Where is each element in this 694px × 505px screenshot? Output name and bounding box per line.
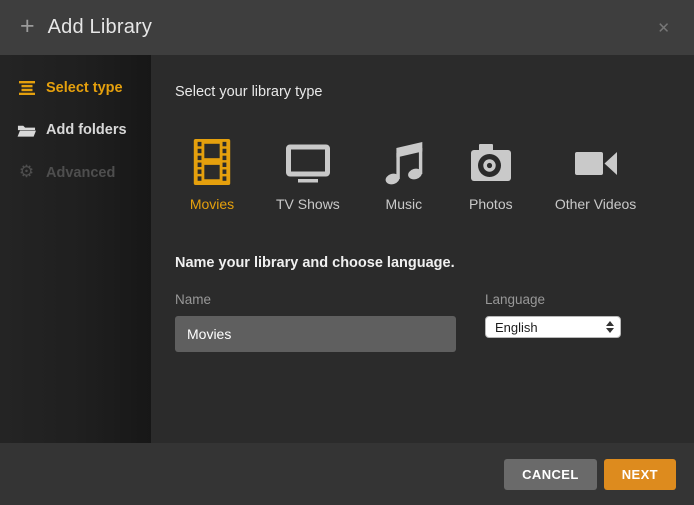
form-row: Name Language English: [175, 292, 670, 352]
sidebar: Select type Add folders ⚙ Advanced: [0, 55, 151, 443]
library-type-label: Other Videos: [555, 196, 636, 212]
tv-icon: [283, 137, 333, 187]
language-field-label: Language: [485, 292, 621, 307]
name-section-title: Name your library and choose language.: [175, 255, 670, 271]
library-type-photos[interactable]: Photos: [468, 137, 514, 212]
gear-icon: ⚙: [17, 164, 36, 181]
library-type-label: Music: [386, 196, 423, 212]
cancel-button[interactable]: CANCEL: [504, 459, 597, 490]
film-strip-icon: [189, 137, 235, 187]
sidebar-item-label: Add folders: [46, 122, 127, 138]
library-name-input[interactable]: [175, 316, 456, 352]
library-type-music[interactable]: Music: [381, 137, 427, 212]
dialog-title: Add Library: [48, 16, 152, 39]
sidebar-item-select-type[interactable]: Select type: [0, 67, 151, 109]
name-field-label: Name: [175, 292, 456, 307]
main-content: Select your library type: [151, 55, 694, 443]
close-icon[interactable]: ✕: [653, 15, 674, 41]
library-type-label: Movies: [190, 196, 234, 212]
library-type-movies[interactable]: Movies: [189, 137, 235, 212]
sidebar-item-advanced[interactable]: ⚙ Advanced: [0, 151, 151, 194]
dialog-body: Select type Add folders ⚙ Advanced Selec…: [0, 55, 694, 443]
language-field-group: Language English: [485, 292, 621, 352]
section-title: Select your library type: [175, 84, 670, 100]
library-type-tv-shows[interactable]: TV Shows: [276, 137, 340, 212]
library-type-other-videos[interactable]: Other Videos: [555, 137, 636, 212]
camera-icon: [468, 137, 514, 187]
dialog-header: + Add Library ✕: [0, 0, 694, 55]
type-lines-icon: [17, 81, 36, 95]
music-note-icon: [381, 137, 427, 187]
sidebar-item-label: Select type: [46, 80, 123, 96]
sidebar-item-label: Advanced: [46, 165, 115, 181]
video-camera-icon: [573, 137, 619, 187]
library-type-label: Photos: [469, 196, 513, 212]
next-button[interactable]: NEXT: [604, 459, 676, 490]
folder-icon: [17, 123, 36, 138]
select-stepper-icon: [606, 321, 614, 333]
plus-icon: +: [20, 14, 35, 39]
library-type-row: Movies TV Shows: [189, 137, 670, 212]
language-select[interactable]: English: [485, 316, 621, 338]
add-library-dialog: + Add Library ✕ Select type: [0, 0, 694, 505]
dialog-footer: CANCEL NEXT: [0, 443, 694, 505]
sidebar-item-add-folders[interactable]: Add folders: [0, 109, 151, 151]
language-selected-value: English: [495, 320, 538, 335]
name-field-group: Name: [175, 292, 456, 352]
library-type-label: TV Shows: [276, 196, 340, 212]
